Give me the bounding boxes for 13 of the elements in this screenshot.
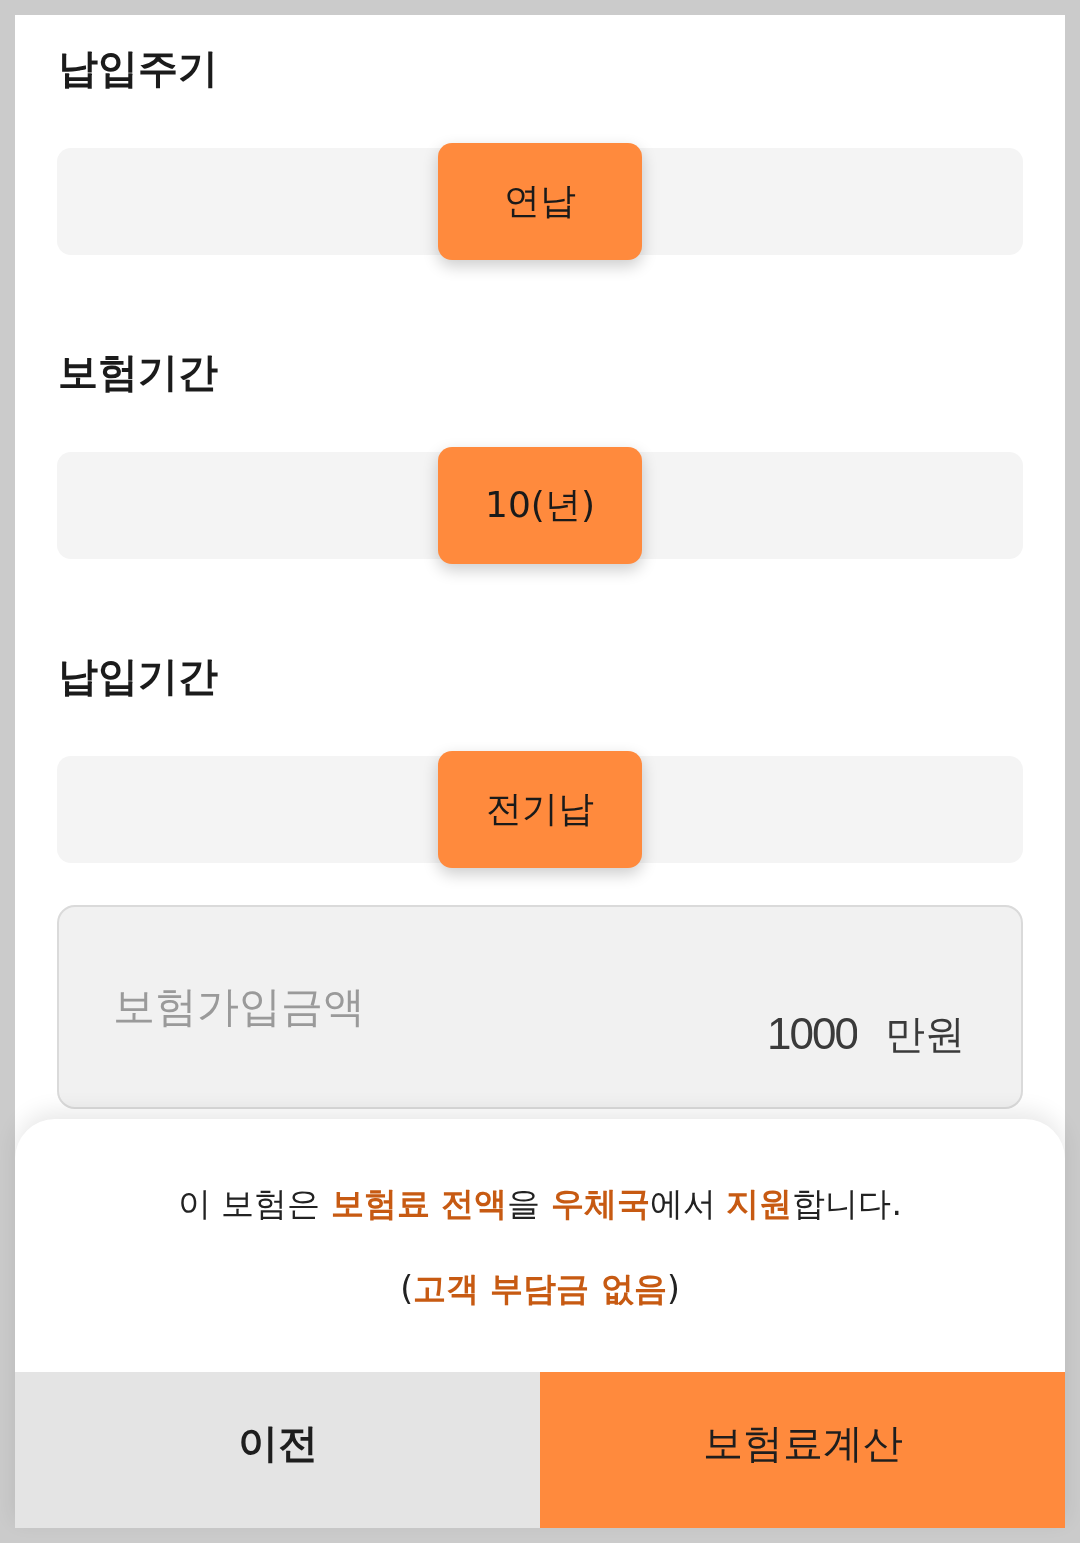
section-label: 보험기간 bbox=[58, 348, 218, 396]
calculate-button[interactable]: 보험료계산 bbox=[540, 1372, 1065, 1528]
section-label: 납입주기 bbox=[58, 44, 218, 92]
unit-label: 만원 bbox=[885, 1010, 965, 1059]
section-label: 납입기간 bbox=[58, 652, 218, 700]
option-chip[interactable]: 연납 bbox=[438, 143, 642, 260]
option-chip[interactable]: 10(년) bbox=[438, 447, 642, 564]
previous-button[interactable]: 이전 bbox=[15, 1372, 540, 1528]
option-chip[interactable]: 전기납 bbox=[438, 751, 642, 868]
notice-text: (고객 부담금 없음) bbox=[400, 1268, 680, 1310]
notice-text: 이 보험은 보험료 전액을 우체국에서 지원합니다. bbox=[178, 1183, 902, 1225]
amount-input[interactable]: 1000 bbox=[737, 1009, 857, 1059]
field-label: 보험가입금액 bbox=[113, 981, 365, 1033]
